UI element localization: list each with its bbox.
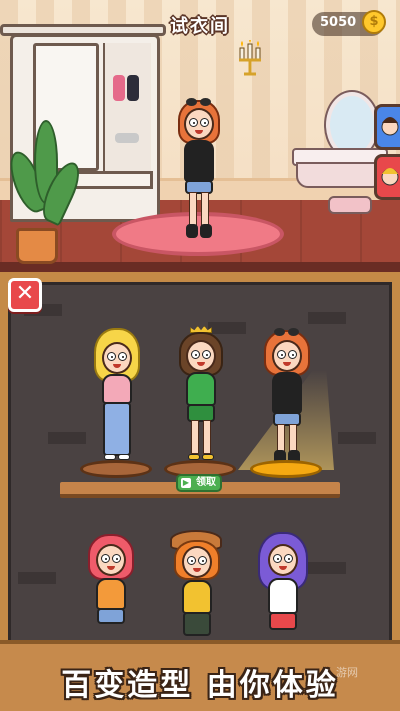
dressed-character bbox=[174, 96, 224, 244]
plant-pot bbox=[16, 228, 58, 264]
character-eye bbox=[101, 554, 110, 563]
character-leg bbox=[203, 420, 211, 454]
coin-icon: $ bbox=[362, 10, 386, 34]
black-top bbox=[272, 372, 302, 414]
character-eye bbox=[189, 118, 198, 127]
red-skirt bbox=[269, 612, 297, 630]
dark-pants bbox=[183, 612, 211, 636]
character-eye bbox=[277, 350, 286, 359]
character-eye bbox=[273, 554, 282, 563]
sailor-top bbox=[268, 578, 298, 614]
character-eye bbox=[107, 352, 116, 361]
character-eye bbox=[112, 554, 121, 563]
character-eye bbox=[198, 556, 207, 565]
dressing-room-scene bbox=[0, 0, 400, 272]
claim-button[interactable]: ▶ 领取 bbox=[176, 474, 222, 492]
folded-clothes bbox=[115, 133, 139, 143]
outfit-option[interactable] bbox=[86, 534, 136, 640]
display-pedestal-selected bbox=[250, 460, 322, 478]
pink-top bbox=[102, 374, 132, 404]
outfit-option-selected[interactable] bbox=[262, 326, 312, 472]
outfit-option[interactable] bbox=[176, 326, 226, 472]
green-top bbox=[186, 372, 216, 406]
sunglasses-icon bbox=[186, 98, 212, 106]
character-leg bbox=[191, 420, 199, 454]
character-leg bbox=[201, 192, 209, 228]
character-eye bbox=[187, 556, 196, 565]
close-button[interactable]: ✕ bbox=[8, 278, 42, 312]
avatar-portrait-icon bbox=[381, 168, 399, 186]
character-eye bbox=[288, 350, 297, 359]
character-eye bbox=[200, 118, 209, 127]
sunglasses-icon bbox=[274, 328, 300, 336]
character-eye bbox=[284, 554, 293, 563]
orange-top bbox=[96, 578, 126, 610]
hanging-clothes bbox=[127, 75, 139, 101]
floor-edge bbox=[0, 262, 400, 272]
yellow-top bbox=[182, 580, 212, 614]
play-video-icon: ▶ bbox=[181, 478, 191, 488]
wall-candle-sconce bbox=[236, 37, 264, 84]
coin-counter: 5050 $ bbox=[312, 10, 386, 36]
outfit-option[interactable] bbox=[256, 532, 310, 640]
side-tab-portrait[interactable] bbox=[374, 154, 400, 200]
hanging-clothes bbox=[113, 75, 125, 101]
coin-amount: 5050 bbox=[320, 15, 357, 30]
claim-button-label: 领取 bbox=[196, 477, 216, 488]
avatar-portrait-icon bbox=[381, 117, 399, 136]
black-boot bbox=[200, 224, 212, 238]
character-eye bbox=[191, 350, 200, 359]
black-top bbox=[184, 140, 214, 182]
black-boot bbox=[186, 224, 198, 238]
side-tab-portrait[interactable] bbox=[374, 104, 400, 150]
display-pedestal bbox=[80, 460, 152, 478]
site-watermark: 游网 bbox=[336, 666, 358, 679]
blue-jeans bbox=[103, 402, 131, 456]
character-eye bbox=[118, 352, 127, 361]
vanity-skirt bbox=[296, 162, 384, 188]
character-leg bbox=[189, 192, 197, 228]
wardrobe-open-shelf bbox=[103, 43, 151, 171]
outfit-option[interactable] bbox=[92, 328, 142, 472]
denim-shorts bbox=[97, 608, 125, 624]
character-eye bbox=[202, 350, 211, 359]
outfit-option[interactable] bbox=[170, 530, 224, 640]
vanity-stool bbox=[328, 196, 372, 214]
